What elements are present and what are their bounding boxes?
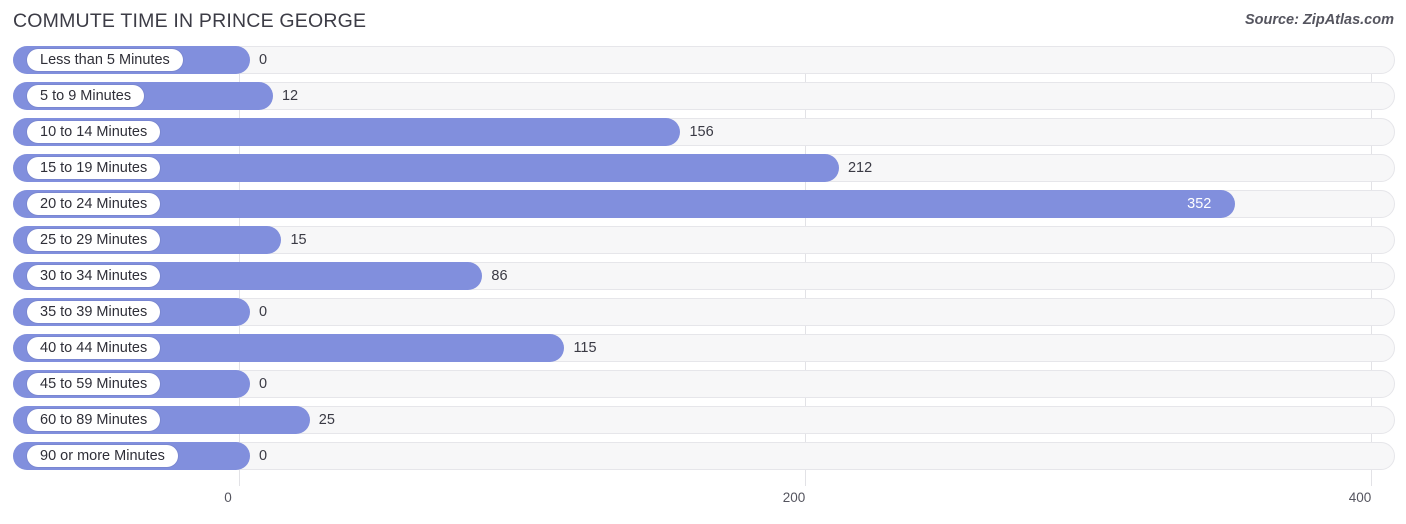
bar-category-label: 20 to 24 Minutes xyxy=(27,193,161,215)
bar-value-label: 352 xyxy=(1187,196,1212,212)
bar-value-label: 0 xyxy=(259,376,268,392)
bar-value-label: 156 xyxy=(689,124,714,140)
chart-row[interactable]: Less than 5 Minutes 0 xyxy=(0,46,1406,74)
bar-value-label: 0 xyxy=(259,52,268,68)
bar-category-label: 5 to 9 Minutes xyxy=(27,85,145,107)
bar-value-label: 0 xyxy=(259,304,268,320)
chart-plot-area: Less than 5 Minutes 0 5 to 9 Minutes 12 10 t… xyxy=(0,46,1406,486)
chart-row[interactable]: 40 to 44 Minutes 115 xyxy=(0,334,1406,362)
bar-category-label: 15 to 19 Minutes xyxy=(27,157,161,179)
bar-value-label: 25 xyxy=(318,412,335,428)
page-title: COMMUTE TIME IN PRINCE GEORGE xyxy=(13,10,367,32)
chart-row[interactable]: 10 to 14 Minutes 156 xyxy=(0,118,1406,146)
chart-row[interactable]: 35 to 39 Minutes 0 xyxy=(0,298,1406,326)
chart-row[interactable]: 45 to 59 Minutes 0 xyxy=(0,370,1406,398)
bar-value-label: 0 xyxy=(259,448,268,464)
bar-value-label: 86 xyxy=(491,268,508,284)
chart-row[interactable]: 25 to 29 Minutes 15 xyxy=(0,226,1406,254)
bar-category-label: 10 to 14 Minutes xyxy=(27,121,161,143)
bar-category-label: 35 to 39 Minutes xyxy=(27,301,161,323)
chart-row[interactable]: 30 to 34 Minutes 86 xyxy=(0,262,1406,290)
chart-header: COMMUTE TIME IN PRINCE GEORGE Source: Zi… xyxy=(0,0,1406,46)
x-axis-tick-label: 0 xyxy=(224,490,232,505)
chart-row[interactable]: 15 to 19 Minutes 212 xyxy=(0,154,1406,182)
bar-category-label: 25 to 29 Minutes xyxy=(27,229,161,251)
bar-category-label: 60 to 89 Minutes xyxy=(27,409,161,431)
x-axis-tick-label: 400 xyxy=(1348,490,1372,505)
chart-row[interactable]: 90 or more Minutes 0 xyxy=(0,442,1406,470)
bar-value-label: 12 xyxy=(281,88,299,104)
bar-category-label: Less than 5 Minutes xyxy=(27,49,183,71)
bar-value-label: 115 xyxy=(573,340,597,356)
x-axis-tick-label: 200 xyxy=(782,490,806,505)
bar-category-label: 45 to 59 Minutes xyxy=(27,373,161,395)
chart-bar-rows: Less than 5 Minutes 0 5 to 9 Minutes 12 10 t… xyxy=(0,46,1406,478)
bar-category-label: 90 or more Minutes xyxy=(27,445,178,467)
chart-row[interactable]: 20 to 24 Minutes 352 xyxy=(0,190,1406,218)
bar-category-label: 30 to 34 Minutes xyxy=(27,265,161,287)
source-attribution: Source: ZipAtlas.com xyxy=(1244,12,1394,28)
bar-fill[interactable] xyxy=(13,190,1236,218)
chart-x-axis: 0 200 400 xyxy=(0,486,1406,524)
chart-row[interactable]: 5 to 9 Minutes 12 xyxy=(0,82,1406,110)
bar-value-label: 15 xyxy=(290,232,307,248)
bar-category-label: 40 to 44 Minutes xyxy=(27,337,161,359)
chart-row[interactable]: 60 to 89 Minutes 25 xyxy=(0,406,1406,434)
bar-value-label: 212 xyxy=(847,160,873,176)
